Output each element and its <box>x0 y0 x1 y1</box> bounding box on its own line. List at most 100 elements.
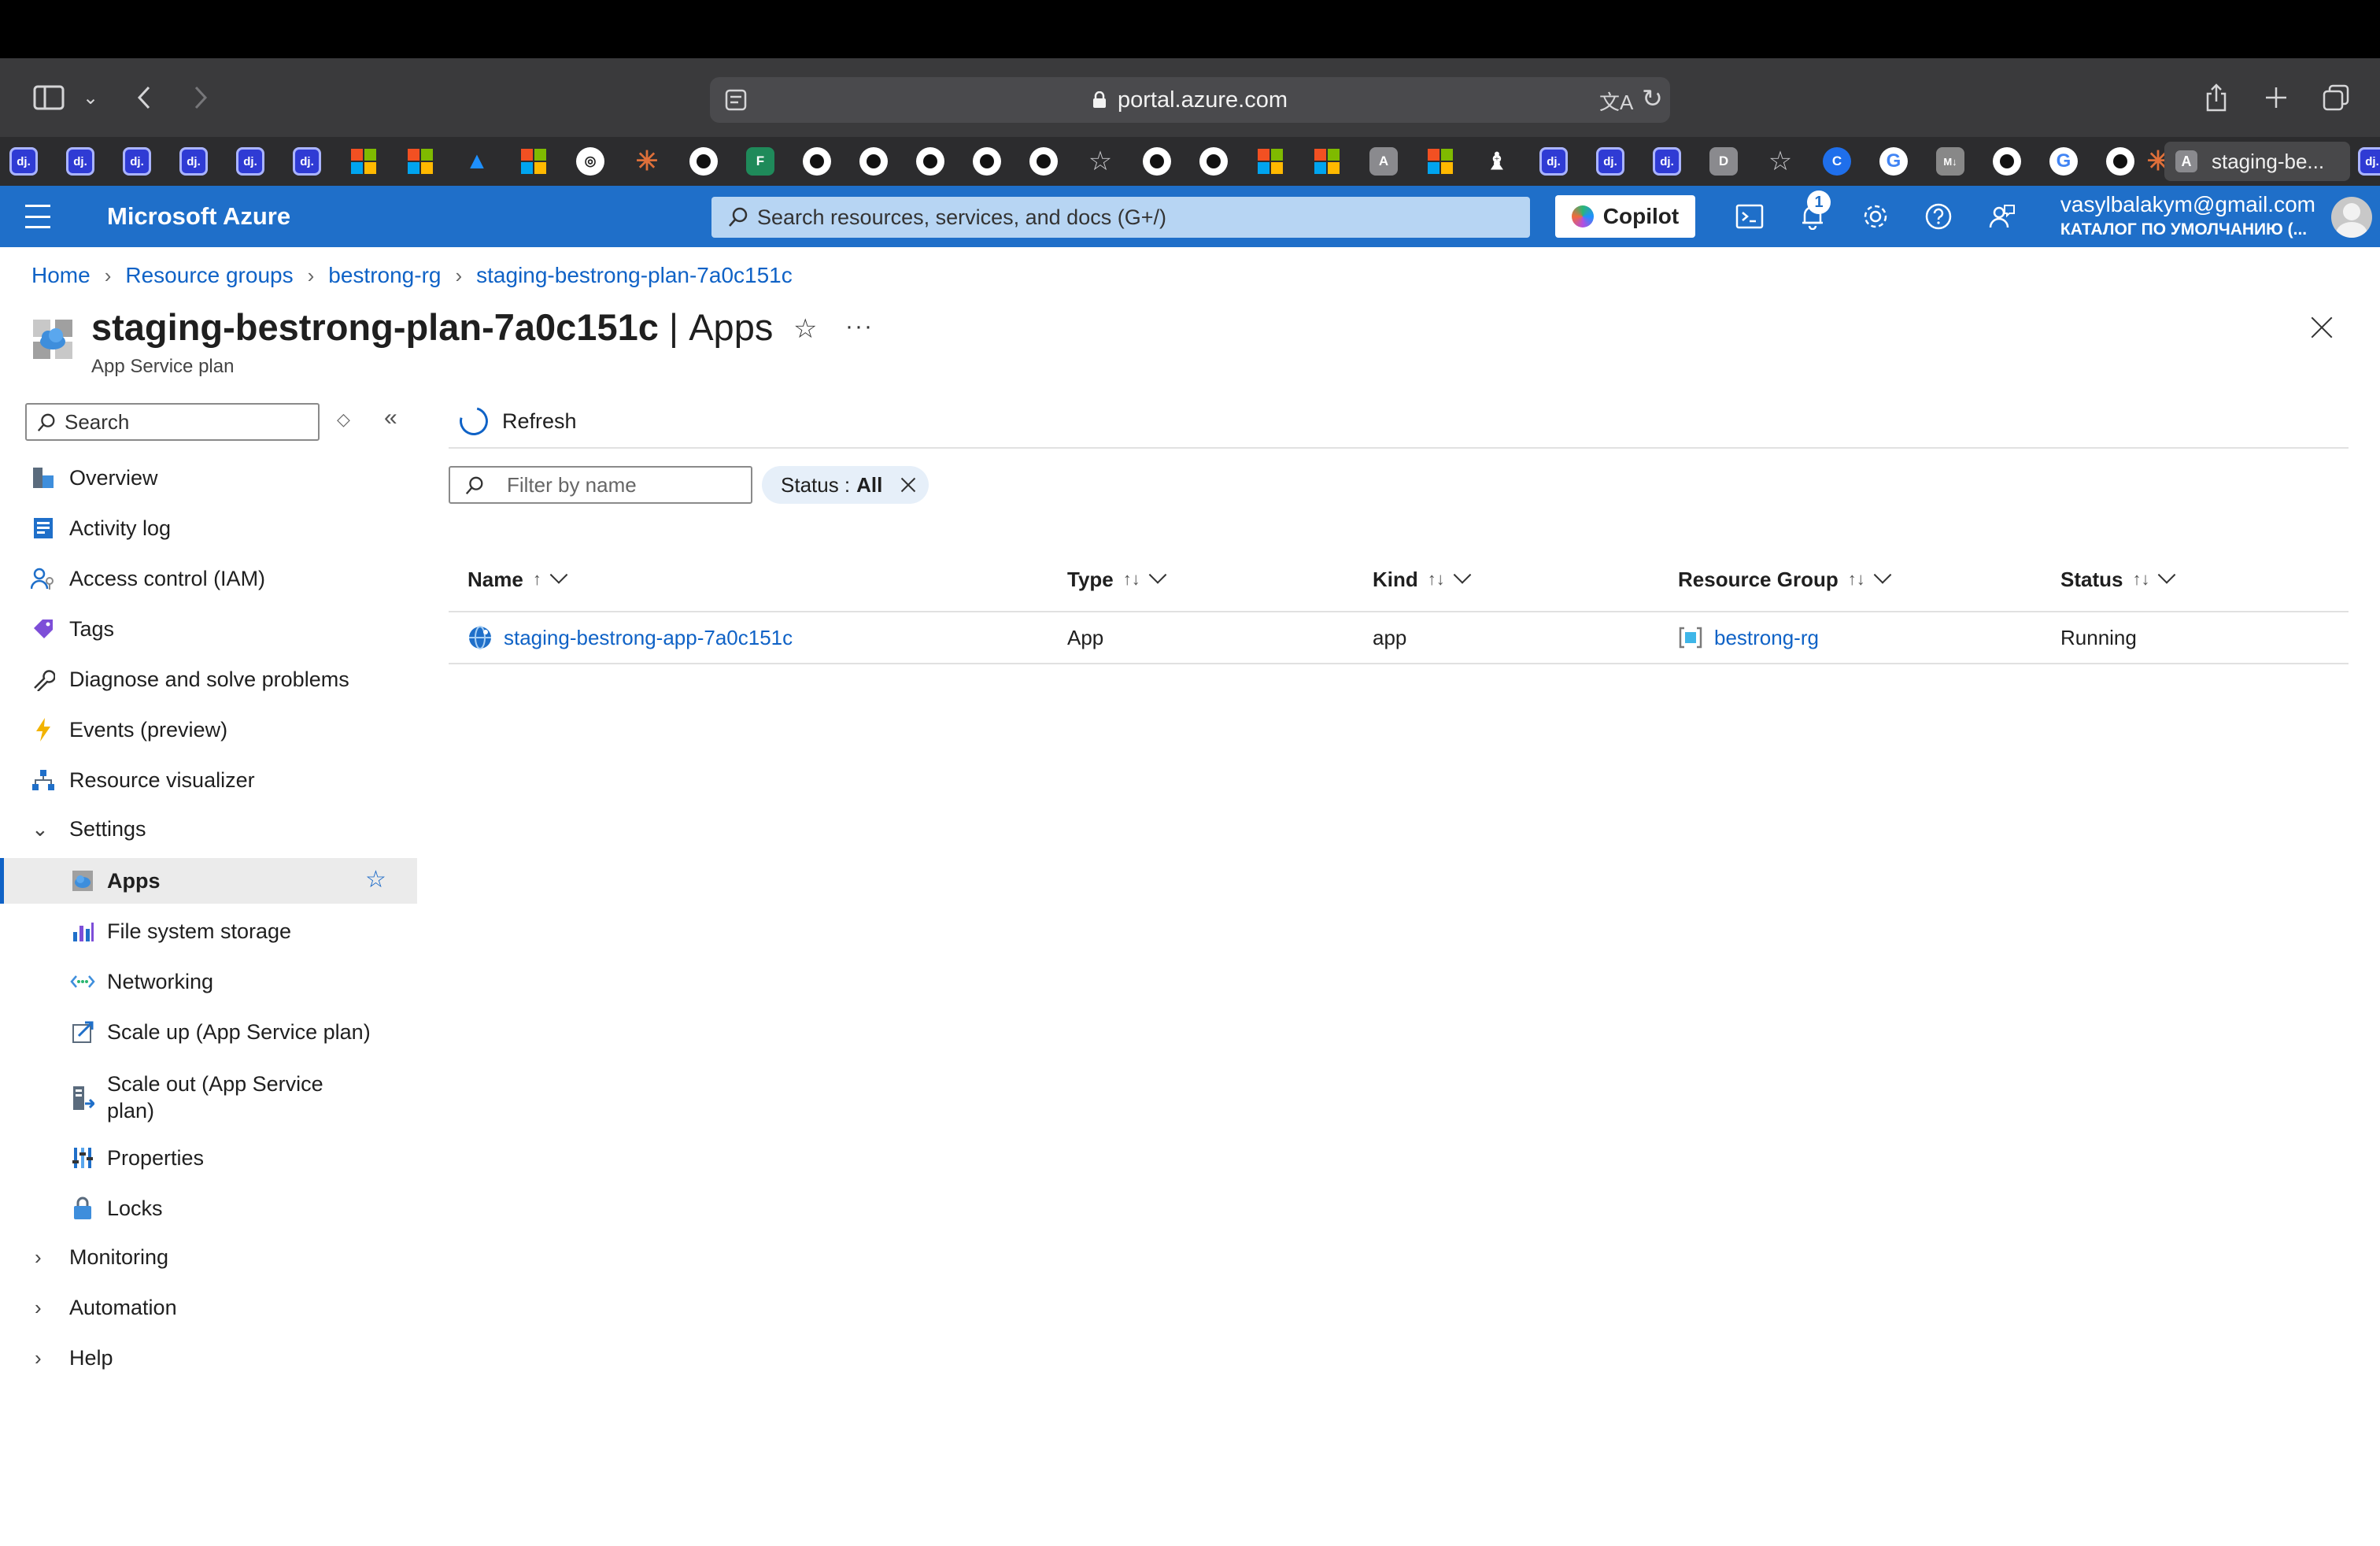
close-blade-icon[interactable] <box>2306 312 2338 343</box>
bookmark-letter-icon[interactable]: D <box>1709 147 1738 176</box>
sidebar-item-file-system-storage[interactable]: File system storage <box>0 908 417 954</box>
sidebar-item-diagnose[interactable]: Diagnose and solve problems <box>0 656 417 702</box>
feedback-icon[interactable] <box>1983 198 2020 235</box>
bookmark-star-icon[interactable]: ☆ <box>1766 146 1794 176</box>
back-icon[interactable] <box>132 76 156 120</box>
help-icon[interactable] <box>1920 198 1957 235</box>
sidebar-toggle-icon[interactable] <box>31 76 66 120</box>
sidebar-item-scale-up[interactable]: Scale up (App Service plan) <box>0 1009 417 1055</box>
bookmark-github-icon[interactable] <box>689 147 718 176</box>
sidebar-item-networking[interactable]: Networking <box>0 959 417 1004</box>
resource-group-link[interactable]: bestrong-rg <box>1714 626 1819 650</box>
chevron-down-icon[interactable] <box>1873 566 1892 584</box>
bookmark-star-icon[interactable]: ☆ <box>1086 146 1114 176</box>
new-tab-icon[interactable] <box>2260 76 2292 120</box>
cloud-shell-icon[interactable] <box>1731 198 1768 235</box>
favorite-star-icon[interactable]: ☆ <box>793 313 817 345</box>
bookmark-microsoft-icon[interactable] <box>1426 147 1454 176</box>
reload-icon[interactable]: ↻ <box>1642 83 1663 113</box>
bookmark-django-icon[interactable]: dj. <box>123 147 151 176</box>
forward-icon[interactable] <box>189 76 213 120</box>
sidebar-group-settings[interactable]: ⌄ Settings <box>0 806 417 852</box>
more-options-icon[interactable]: ··· <box>845 313 874 340</box>
refresh-button[interactable]: Refresh <box>454 401 577 441</box>
breadcrumb-resource-group[interactable]: bestrong-rg <box>328 263 441 288</box>
sidebar-item-overview[interactable]: Overview <box>0 455 417 501</box>
address-url[interactable]: portal.azure.com <box>710 77 1670 123</box>
sidebar-item-locks[interactable]: Locks <box>0 1185 417 1231</box>
bookmark-azure-icon[interactable]: ▲ <box>463 147 491 176</box>
bookmark-claude-icon[interactable]: ✳ <box>633 146 661 176</box>
chevron-down-icon[interactable] <box>1148 566 1167 584</box>
bookmark-django-icon[interactable]: dj. <box>293 147 321 176</box>
sidebar-item-apps[interactable]: Apps ☆ <box>0 858 417 904</box>
share-icon[interactable] <box>2201 76 2232 120</box>
translate-icon[interactable]: 文A <box>1599 87 1633 116</box>
column-header-kind[interactable]: Kind ↑↓ <box>1373 564 1472 595</box>
filter-by-name-input[interactable]: Filter by name <box>449 466 752 504</box>
expand-collapse-all-icon[interactable]: ◇ <box>337 409 350 430</box>
bookmark-google-icon[interactable]: G <box>1879 147 1908 176</box>
breadcrumb-resource-groups[interactable]: Resource groups <box>125 263 293 288</box>
bookmark-django-icon[interactable]: dj. <box>1539 147 1568 176</box>
bookmark-django-icon[interactable]: dj. <box>9 147 38 176</box>
sidebar-group-help[interactable]: › Help <box>0 1335 417 1381</box>
bookmark-github-icon[interactable] <box>2106 147 2134 176</box>
app-name-link[interactable]: staging-bestrong-app-7a0c151c <box>504 626 793 650</box>
sidebar-item-resource-visualizer[interactable]: Resource visualizer <box>0 757 417 803</box>
chevron-down-icon[interactable] <box>549 566 568 584</box>
bookmark-github-icon[interactable] <box>803 147 831 176</box>
column-header-type[interactable]: Type ↑↓ <box>1067 564 1167 595</box>
tab-overview-icon[interactable] <box>2320 76 2352 120</box>
bookmark-edge-icon[interactable]: C <box>1823 147 1851 176</box>
bookmark-github-icon[interactable] <box>1143 147 1171 176</box>
column-header-name[interactable]: Name ↑ <box>468 564 568 595</box>
bookmark-github-icon[interactable] <box>1993 147 2021 176</box>
status-filter-pill[interactable]: Status : All <box>762 466 929 504</box>
sidebar-item-iam[interactable]: Access control (IAM) <box>0 556 417 601</box>
breadcrumb-plan[interactable]: staging-bestrong-plan-7a0c151c <box>476 263 793 288</box>
bookmark-microsoft-icon[interactable] <box>1313 147 1341 176</box>
bookmark-github-icon[interactable] <box>973 147 1001 176</box>
breadcrumb-home[interactable]: Home <box>31 263 91 288</box>
sidebar-item-tags[interactable]: Tags <box>0 606 417 652</box>
bookmark-chess-icon[interactable]: ♝ <box>1483 147 1511 176</box>
chevron-down-icon[interactable]: ⌄ <box>79 76 102 120</box>
bookmark-github-icon[interactable] <box>916 147 944 176</box>
bookmark-github-icon[interactable] <box>1199 147 1228 176</box>
bookmark-django-icon[interactable]: dj. <box>2358 147 2380 176</box>
bookmark-microsoft-icon[interactable] <box>1256 147 1284 176</box>
bookmark-django-icon[interactable]: dj. <box>1653 147 1681 176</box>
sidebar-item-properties[interactable]: Properties <box>0 1135 417 1181</box>
chevron-down-icon[interactable] <box>2158 566 2176 584</box>
sidebar-item-events[interactable]: Events (preview) <box>0 707 417 753</box>
copilot-button[interactable]: Copilot <box>1555 195 1695 238</box>
sidebar-group-automation[interactable]: › Automation <box>0 1285 417 1330</box>
remove-filter-icon[interactable] <box>899 475 918 494</box>
bookmark-django-icon[interactable]: dj. <box>66 147 94 176</box>
bookmark-github-icon[interactable] <box>859 147 888 176</box>
hamburger-menu-icon[interactable] <box>25 205 50 228</box>
account-info[interactable]: vasylbalakym@gmail.com КАТАЛОГ ПО УМОЛЧА… <box>2060 192 2315 239</box>
bookmark-microsoft-icon[interactable] <box>406 147 434 176</box>
bookmark-github-icon[interactable] <box>1029 147 1058 176</box>
sidebar-group-monitoring[interactable]: › Monitoring <box>0 1234 417 1280</box>
bookmark-microsoft-icon[interactable] <box>519 147 548 176</box>
bookmark-sheet-icon[interactable]: F <box>746 147 774 176</box>
sidebar-item-scale-out[interactable]: Scale out (App Service plan) <box>0 1067 417 1130</box>
bookmark-microsoft-icon[interactable] <box>349 147 378 176</box>
avatar[interactable] <box>2331 197 2372 238</box>
chevron-down-icon[interactable] <box>1453 566 1472 584</box>
collapse-menu-icon[interactable]: « <box>384 405 397 431</box>
bookmark-openai-icon[interactable]: ◎ <box>576 147 604 176</box>
bookmark-google-icon[interactable]: G <box>2049 147 2078 176</box>
azure-brand[interactable]: Microsoft Azure <box>107 186 290 247</box>
favorite-star-icon[interactable]: ☆ <box>365 866 386 893</box>
nav-search-input[interactable]: Search <box>25 403 320 441</box>
column-header-status[interactable]: Status ↑↓ <box>2060 564 2176 595</box>
bookmark-letter-icon[interactable]: A <box>1369 147 1398 176</box>
column-header-resource-group[interactable]: Resource Group ↑↓ <box>1678 564 1892 595</box>
settings-gear-icon[interactable] <box>1857 198 1894 235</box>
sidebar-item-activity-log[interactable]: Activity log <box>0 505 417 551</box>
global-search-input[interactable]: Search resources, services, and docs (G+… <box>711 197 1530 238</box>
